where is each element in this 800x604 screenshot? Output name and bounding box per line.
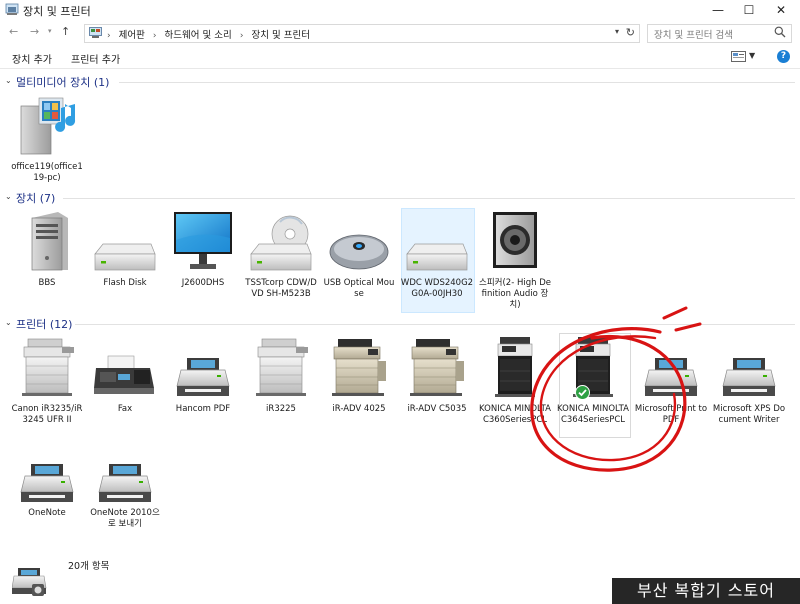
optical-drive-icon [244,208,318,272]
device-label: WDC WDS240G2G0A-00JH30 [400,278,474,299]
window-title: 장치 및 프린터 [23,5,91,18]
drive-icon [88,208,162,272]
view-options-dropdown-icon[interactable]: ▼ [749,51,755,60]
close-button[interactable]: ✕ [765,0,797,20]
title-bar: 장치 및 프린터 — ☐ ✕ [0,0,800,20]
printer-icon [10,440,84,504]
printer-label: KONICA MINOLTA C360SeriesPCL [479,404,551,425]
copier-icon [10,334,84,398]
monitor-icon [166,208,240,272]
mouse-icon [322,208,396,272]
group-divider [119,82,795,83]
collapse-chevron-icon[interactable]: ⌄ [5,76,12,85]
up-arrow-icon[interactable]: ↑ [61,25,70,38]
search-placeholder: 장치 및 프린터 검색 [654,30,733,41]
printer-label: Microsoft Print to PDF [634,404,708,425]
device-label: office119(office119-pc) [11,162,83,183]
fax-icon [88,334,162,398]
maximize-button[interactable]: ☐ [733,0,765,20]
group-header-multimedia[interactable]: ⌄ 멀티미디어 장치 (1) [5,74,795,89]
copier-icon [244,334,318,398]
group-divider [75,324,795,325]
printer-label: iR-ADV C5035 [407,404,467,414]
media-server-icon [10,92,84,156]
breadcrumb-hardware-sound[interactable]: 하드웨어 및 소리 [165,30,232,41]
collapse-chevron-icon[interactable]: ⌄ [5,192,12,201]
mfp-icon [478,334,552,398]
item-count: 20개 항목 [68,561,110,572]
address-row: ← → ▾ ↑ › 제어판 › 하드웨어 및 소리 › 장치 및 프린터 ▾ ↻… [0,22,800,44]
drive-icon [400,208,474,272]
copier-icon [322,334,396,398]
search-icon[interactable] [774,26,786,41]
mfp-icon [556,334,630,398]
device-label: J2600DHS [181,278,225,288]
printer-label: iR3225 [266,404,296,414]
device-label: Flash Disk [103,278,147,288]
printer-icon [88,440,162,504]
add-printer-button[interactable]: 프린터 추가 [71,51,120,66]
printer-label: OneNote 2010으로 보내기 [90,508,160,529]
refresh-icon[interactable]: ↻ [626,26,635,39]
device-label: TSSTcorp CDW/DVD SH-M523B [245,278,317,299]
computer-tower-icon [10,208,84,272]
printer-label: Canon iR3235/iR3245 UFR II [11,404,83,425]
forward-arrow-icon[interactable]: → [30,25,39,38]
devices-printers-app-icon [5,3,19,19]
minimize-button[interactable]: — [702,0,734,20]
breadcrumb: › 제어판 › 하드웨어 및 소리 › 장치 및 프린터 [107,30,310,41]
search-input[interactable]: 장치 및 프린터 검색 [647,24,792,43]
default-printer-check-icon [575,385,590,403]
change-view-icon[interactable] [731,51,746,65]
group-header-devices[interactable]: ⌄ 장치 (7) [5,190,795,205]
printer-label: KONICA MINOLTA C364SeriesPCL [557,404,629,425]
printer-icon [634,334,708,398]
copier-icon [400,334,474,398]
address-bar[interactable]: › 제어판 › 하드웨어 및 소리 › 장치 및 프린터 ▾ ↻ [84,24,640,43]
device-label: USB Optical Mouse [323,278,395,299]
back-arrow-icon[interactable]: ← [9,25,18,38]
breadcrumb-devices-printers[interactable]: 장치 및 프린터 [251,30,309,41]
group-title: 멀티미디어 장치 (1) [16,76,110,89]
group-header-printers[interactable]: ⌄ 프린터 (12) [5,316,795,331]
printer-label: Microsoft XPS Document Writer [712,404,786,425]
printer-label: Fax [117,404,133,414]
group-title: 장치 (7) [16,192,56,205]
group-title: 프린터 (12) [16,318,73,331]
breadcrumb-control-panel[interactable]: 제어판 [119,30,145,41]
printer-icon [712,334,786,398]
collapse-chevron-icon[interactable]: ⌄ [5,318,12,327]
add-device-button[interactable]: 장치 추가 [12,51,52,66]
recent-locations-chevron-icon[interactable]: ▾ [48,27,52,35]
speaker-icon [478,208,552,272]
printer-label: iR-ADV 4025 [332,404,386,414]
store-watermark: 부산 복합기 스토어 [612,578,800,604]
address-dropdown-icon[interactable]: ▾ [615,27,619,36]
help-button[interactable]: ? [777,50,790,63]
printer-label: OneNote [28,508,66,518]
printer-label: Hancom PDF [175,404,231,414]
printer-icon [166,334,240,398]
control-panel-icon [89,27,102,42]
device-label: 스피커(2- High Definition Audio 장치) [479,278,551,310]
command-bar: 장치 추가 프린터 추가 ▼ ? [0,46,800,69]
group-divider [63,198,795,199]
devices-printers-status-icon [11,566,48,603]
device-label: BBS [38,278,56,288]
